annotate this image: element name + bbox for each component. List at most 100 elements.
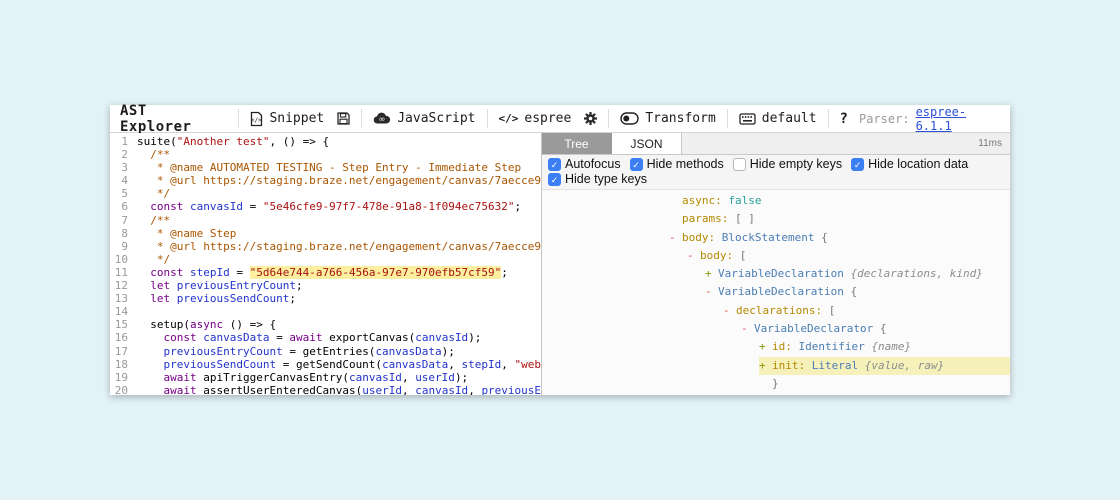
code-text: await apiTriggerCanvasEntry(canvasId, us… xyxy=(137,371,468,384)
tree-token: params: xyxy=(682,212,735,225)
code-line: 14 xyxy=(110,305,541,318)
collapse-toggle[interactable]: - xyxy=(705,283,718,301)
code-token xyxy=(170,292,177,305)
save-button[interactable] xyxy=(335,112,352,125)
parser-button[interactable]: </> espree xyxy=(497,111,574,126)
checkbox-checked[interactable]: ✓ xyxy=(851,158,864,171)
snippet-document-icon: </> xyxy=(250,111,263,127)
code-token xyxy=(137,358,164,371)
code-text: previousEntryCount = getEntries(canvasDa… xyxy=(137,345,455,358)
code-token: assertUserEnteredCanvas( xyxy=(197,384,363,395)
tree-node-content: -VariableDeclarator { xyxy=(741,320,1010,338)
line-number: 2 xyxy=(110,148,128,161)
tree-panel: TreeJSON 11ms ✓Autofocus✓Hide methodsHid… xyxy=(541,133,1010,395)
tree-node[interactable]: } xyxy=(542,375,1010,393)
option-hide-methods[interactable]: ✓ Hide methods xyxy=(630,157,724,171)
tree-token: } xyxy=(772,377,779,390)
snippet-button[interactable]: </> Snippet xyxy=(248,111,326,127)
help-button[interactable]: ? xyxy=(838,111,850,127)
code-token: , xyxy=(402,371,415,384)
tree-token: Identifier xyxy=(799,340,865,353)
code-line: 6 const canvasId = "5e46cfe9-97f7-478e-9… xyxy=(110,200,541,213)
code-line: 12 let previousEntryCount; xyxy=(110,279,541,292)
parser-version-link[interactable]: espree-6.1.1 xyxy=(916,105,1000,133)
expand-toggle[interactable]: + xyxy=(705,265,718,283)
tab-json[interactable]: JSON xyxy=(612,133,682,154)
tree-node[interactable]: params: [ ] xyxy=(542,210,1010,228)
code-line: 1suite("Another test", () => { xyxy=(110,135,541,148)
line-number: 7 xyxy=(110,214,128,227)
code-token: userId xyxy=(362,384,402,395)
option-autofocus[interactable]: ✓ Autofocus xyxy=(548,157,621,171)
code-token xyxy=(137,371,164,384)
tree-node[interactable]: -body: BlockStatement { xyxy=(542,229,1010,247)
tree-node[interactable]: +init: Literal {value, raw} xyxy=(542,357,1010,375)
tree-token: [ xyxy=(740,249,747,262)
parser-prefix-label: Parser: xyxy=(859,112,910,126)
language-button[interactable]: ∞ JavaScript xyxy=(371,111,477,126)
code-token xyxy=(137,345,164,358)
expand-toggle[interactable]: + xyxy=(759,357,772,375)
code-token xyxy=(183,200,190,213)
code-token: const xyxy=(150,200,183,213)
expand-toggle[interactable]: + xyxy=(759,338,772,356)
checkbox-checked[interactable]: ✓ xyxy=(548,158,561,171)
code-token xyxy=(137,200,150,213)
checkbox-checked[interactable]: ✓ xyxy=(630,158,643,171)
collapse-toggle[interactable]: - xyxy=(687,247,700,265)
tab-tree[interactable]: Tree xyxy=(542,133,612,154)
checkbox-checked[interactable]: ✓ xyxy=(548,173,561,186)
parser-info: Parser: espree-6.1.1 xyxy=(859,105,1000,133)
tree-node[interactable]: -body: [ xyxy=(542,247,1010,265)
code-token: previousSendCount xyxy=(177,292,290,305)
keymap-button[interactable]: default xyxy=(737,111,819,126)
tree-token: async: xyxy=(682,194,728,207)
code-token: = getSendCount( xyxy=(276,358,382,371)
gear-icon xyxy=(584,112,597,125)
code-line: 10 */ xyxy=(110,253,541,266)
code-token: "Another test" xyxy=(177,135,270,148)
code-editor[interactable]: 1suite("Another test", () => {2 /**3 * @… xyxy=(110,133,541,395)
code-token xyxy=(137,384,164,395)
tree-node[interactable]: -VariableDeclaration { xyxy=(542,283,1010,301)
save-icon xyxy=(337,112,350,125)
option-hide-empty-keys[interactable]: Hide empty keys xyxy=(733,157,842,171)
tree-token: BlockStatement xyxy=(722,231,815,244)
code-token: userId xyxy=(415,371,455,384)
code-text: */ xyxy=(137,187,170,200)
code-token: = xyxy=(243,200,263,213)
tree-node-content: +VariableDeclaration {declarations, kind… xyxy=(705,265,1010,283)
collapse-toggle[interactable]: - xyxy=(723,302,736,320)
editor-lines: 1suite("Another test", () => {2 /**3 * @… xyxy=(110,135,541,395)
tree-node[interactable]: -declarations: [ xyxy=(542,302,1010,320)
tree-node[interactable]: +VariableDeclaration {declarations, kind… xyxy=(542,265,1010,283)
tree-token: { xyxy=(814,231,827,244)
collapse-toggle[interactable]: - xyxy=(741,320,754,338)
option-label: Autofocus xyxy=(565,157,621,171)
option-hide-type-keys[interactable]: ✓Hide type keys xyxy=(548,172,647,186)
code-token: "5d64e744-a766-456a-97e7-970efb57cf59" xyxy=(250,266,502,279)
code-line: 13 let previousSendCount; xyxy=(110,292,541,305)
option-hide-location-data[interactable]: ✓Hide location data xyxy=(851,157,968,171)
tree-node[interactable]: -VariableDeclarator { xyxy=(542,320,1010,338)
tree-node[interactable]: +id: Identifier {name} xyxy=(542,338,1010,356)
transform-button[interactable]: Transform xyxy=(618,111,717,126)
tree-node-content: } xyxy=(772,375,1010,393)
tree-node[interactable]: async: false xyxy=(542,192,1010,210)
options-bar: ✓ Autofocus ✓ Hide methods Hide empty keys ✓H… xyxy=(542,155,1010,190)
tree-token: { xyxy=(873,322,886,335)
option-label: Hide methods xyxy=(647,157,724,171)
line-number: 15 xyxy=(110,318,128,331)
code-token xyxy=(137,292,150,305)
code-token: /** xyxy=(137,148,170,161)
code-token: () => { xyxy=(223,318,276,331)
parser-settings-button[interactable] xyxy=(582,112,599,125)
line-number: 12 xyxy=(110,279,128,292)
code-token: canvasId xyxy=(415,384,468,395)
code-token: let xyxy=(150,292,170,305)
collapse-toggle[interactable]: - xyxy=(669,229,682,247)
tree-node-highlighted: +init: Literal {value, raw} xyxy=(759,357,1010,375)
checkbox-unchecked[interactable] xyxy=(733,158,746,171)
tree-node-content: -body: BlockStatement { xyxy=(669,229,1010,247)
tree-token: {value, raw} xyxy=(858,359,944,372)
